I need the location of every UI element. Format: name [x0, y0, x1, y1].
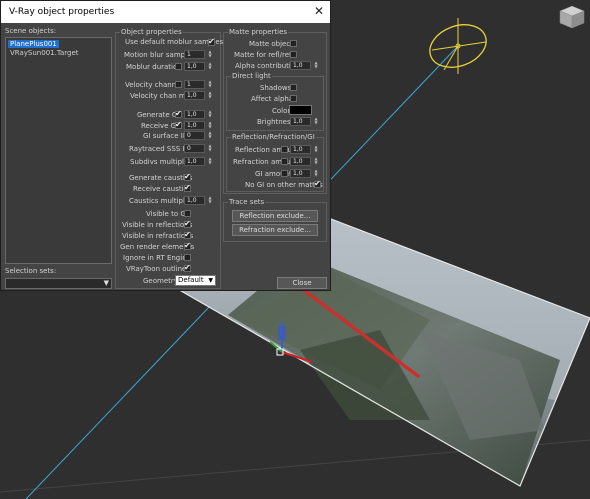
raytraced-sss-id-spinner[interactable]: 0 — [184, 144, 205, 153]
matte-for-refl-refr-label: Matte for refl/refr — [234, 51, 295, 59]
generate-gi-label: Generate GI — [137, 111, 180, 119]
affect-alpha-label: Affect alpha — [251, 95, 294, 103]
ignore-in-rt-engine-checkbox[interactable] — [184, 254, 191, 261]
moblur-duration-checkbox[interactable] — [175, 63, 182, 70]
velocity-channel-label: Velocity channel — [125, 81, 183, 89]
object-properties-title: Object properties — [120, 28, 183, 37]
selection-sets-label: Selection sets: — [5, 267, 57, 275]
geometry-label: Geometry — [143, 277, 178, 285]
generate-gi-checkbox[interactable] — [175, 109, 182, 118]
no-gi-on-other-mattes-checkbox[interactable] — [314, 179, 321, 188]
velocity-chan-mult-spinner[interactable]: 1,0 — [184, 91, 205, 100]
spinner-arrows-icon[interactable]: ▲ ▼ — [207, 144, 213, 153]
close-button[interactable]: Close — [277, 277, 327, 289]
chevron-down-icon: ▼ — [208, 277, 213, 284]
matte-object-checkbox[interactable] — [290, 40, 297, 47]
shadow-color-swatch[interactable] — [289, 105, 312, 115]
spinner-arrows-icon[interactable]: ▲ ▼ — [207, 131, 213, 140]
shadows-checkbox[interactable] — [290, 84, 297, 91]
visible-to-gi-label: Visible to GI — [146, 210, 188, 218]
raytraced-sss-id-label: Raytraced SSS ID — [129, 145, 190, 153]
spinner-arrows-icon[interactable]: ▲ ▼ — [207, 157, 213, 166]
visible-to-gi-checkbox[interactable] — [184, 210, 191, 217]
selection-sets-dropdown[interactable]: ▼ — [5, 278, 112, 289]
visible-in-reflections-label: Visible in reflections — [122, 221, 193, 229]
spinner-arrows-icon[interactable]: ▲ ▼ — [207, 62, 213, 71]
ignore-in-rt-engine-label: Ignore in RT Engine — [123, 254, 191, 262]
refraction-amount-checkbox[interactable] — [281, 158, 288, 165]
moblur-duration-label: Moblur duration — [126, 63, 182, 71]
window-title: V-Ray object properties — [9, 7, 115, 17]
gi-surface-id-spinner[interactable]: 0 — [184, 131, 205, 140]
velocity-channel-checkbox[interactable] — [175, 81, 182, 88]
matte-for-refl-refr-checkbox[interactable] — [290, 51, 297, 58]
trace-sets-group: Trace sets — [223, 198, 327, 242]
gen-render-elements-checkbox[interactable] — [184, 241, 191, 250]
title-bar[interactable]: V-Ray object properties ✕ — [1, 1, 330, 23]
receive-caustics-checkbox[interactable] — [184, 183, 191, 192]
gi-amount-checkbox[interactable] — [281, 170, 288, 177]
reflection-amount-checkbox[interactable] — [281, 146, 288, 153]
generate-caustics-label: Generate caustics — [129, 174, 193, 182]
use-default-moblur-checkbox[interactable] — [208, 37, 215, 46]
spinner-arrows-icon[interactable]: ▲ ▼ — [207, 50, 213, 59]
receive-gi-checkbox[interactable] — [175, 120, 182, 129]
vray-object-properties-dialog: V-Ray object properties ✕ Scene objects:… — [0, 0, 331, 291]
scene-object-item[interactable]: VRaySun001.Target — [8, 49, 81, 57]
moblur-duration-spinner[interactable]: 1,0 — [184, 62, 205, 71]
receive-gi-label: Receive GI — [141, 122, 179, 130]
spinner-arrows-icon[interactable]: ▲ ▼ — [313, 157, 319, 166]
alpha-contribution-spinner[interactable]: 1,0 — [290, 61, 311, 70]
velocity-channel-spinner[interactable]: 1 — [184, 80, 205, 89]
affect-alpha-checkbox[interactable] — [290, 95, 297, 102]
scene-objects-list[interactable]: PlanePlus001 VRaySun001.Target — [5, 37, 112, 264]
trace-sets-title: Trace sets — [228, 198, 266, 207]
subdivs-multiplier-spinner[interactable]: 1,0 — [184, 157, 205, 166]
receive-caustics-label: Receive caustics — [133, 185, 192, 193]
sun-light-icon[interactable] — [424, 17, 492, 74]
refraction-exclude-button[interactable]: Refraction exclude... — [232, 224, 318, 236]
color-label: Color — [272, 107, 291, 115]
gi-amount-spinner[interactable]: 1,0 — [290, 169, 311, 178]
visible-in-reflections-checkbox[interactable] — [184, 219, 191, 228]
reflection-exclude-button[interactable]: Reflection exclude... — [232, 210, 318, 222]
close-icon[interactable]: ✕ — [314, 4, 324, 18]
spinner-arrows-icon[interactable]: ▲ ▼ — [207, 196, 213, 205]
geometry-value: Default — [178, 276, 204, 284]
vraytoon-outlines-checkbox[interactable] — [184, 263, 191, 272]
chevron-down-icon: ▼ — [103, 279, 109, 287]
gi-surface-id-label: GI surface ID — [143, 132, 189, 140]
generate-gi-spinner[interactable]: 1,0 — [184, 110, 205, 119]
brightness-label: Brightness — [257, 118, 295, 126]
spinner-arrows-icon[interactable]: ▲ ▼ — [207, 110, 213, 119]
scene-objects-label: Scene objects: — [5, 27, 57, 35]
visible-in-refractions-label: Visible in refractions — [122, 232, 194, 240]
reflection-amount-spinner[interactable]: 1,0 — [290, 145, 311, 154]
spinner-arrows-icon[interactable]: ▲ ▼ — [313, 145, 319, 154]
spinner-arrows-icon[interactable]: ▲ ▼ — [207, 91, 213, 100]
spinner-arrows-icon[interactable]: ▲ ▼ — [313, 61, 319, 70]
spinner-arrows-icon[interactable]: ▲ ▼ — [313, 169, 319, 178]
reflection-refraction-gi-title: Reflection/Refraction/GI — [231, 133, 316, 142]
matte-properties-title: Matte properties — [228, 28, 289, 37]
shadows-label: Shadows — [260, 84, 292, 92]
caustics-multiplier-spinner[interactable]: 1,0 — [184, 196, 205, 205]
scene-object-item[interactable]: PlanePlus001 — [8, 40, 59, 48]
spinner-arrows-icon[interactable]: ▲ ▼ — [313, 117, 319, 126]
motion-blur-samples-spinner[interactable]: 1 — [184, 50, 205, 59]
generate-caustics-checkbox[interactable] — [184, 172, 191, 181]
spinner-arrows-icon[interactable]: ▲ ▼ — [207, 80, 213, 89]
visible-in-refractions-checkbox[interactable] — [184, 230, 191, 239]
direct-light-title: Direct light — [231, 72, 272, 81]
viewcube-icon[interactable] — [558, 4, 586, 30]
refraction-amount-spinner[interactable]: 1,0 — [290, 157, 311, 166]
geometry-dropdown[interactable]: Default ▼ — [175, 275, 216, 286]
vraytoon-outlines-label: VRayToon outlines — [126, 265, 190, 273]
receive-gi-spinner[interactable]: 1,0 — [184, 121, 205, 130]
no-gi-on-other-mattes-label: No GI on other mattes — [245, 181, 323, 189]
spinner-arrows-icon[interactable]: ▲ ▼ — [207, 121, 213, 130]
brightness-spinner[interactable]: 1,0 — [290, 117, 311, 126]
matte-object-label: Matte object — [249, 40, 293, 48]
refraction-amount-label: Refraction amount — [233, 158, 298, 166]
